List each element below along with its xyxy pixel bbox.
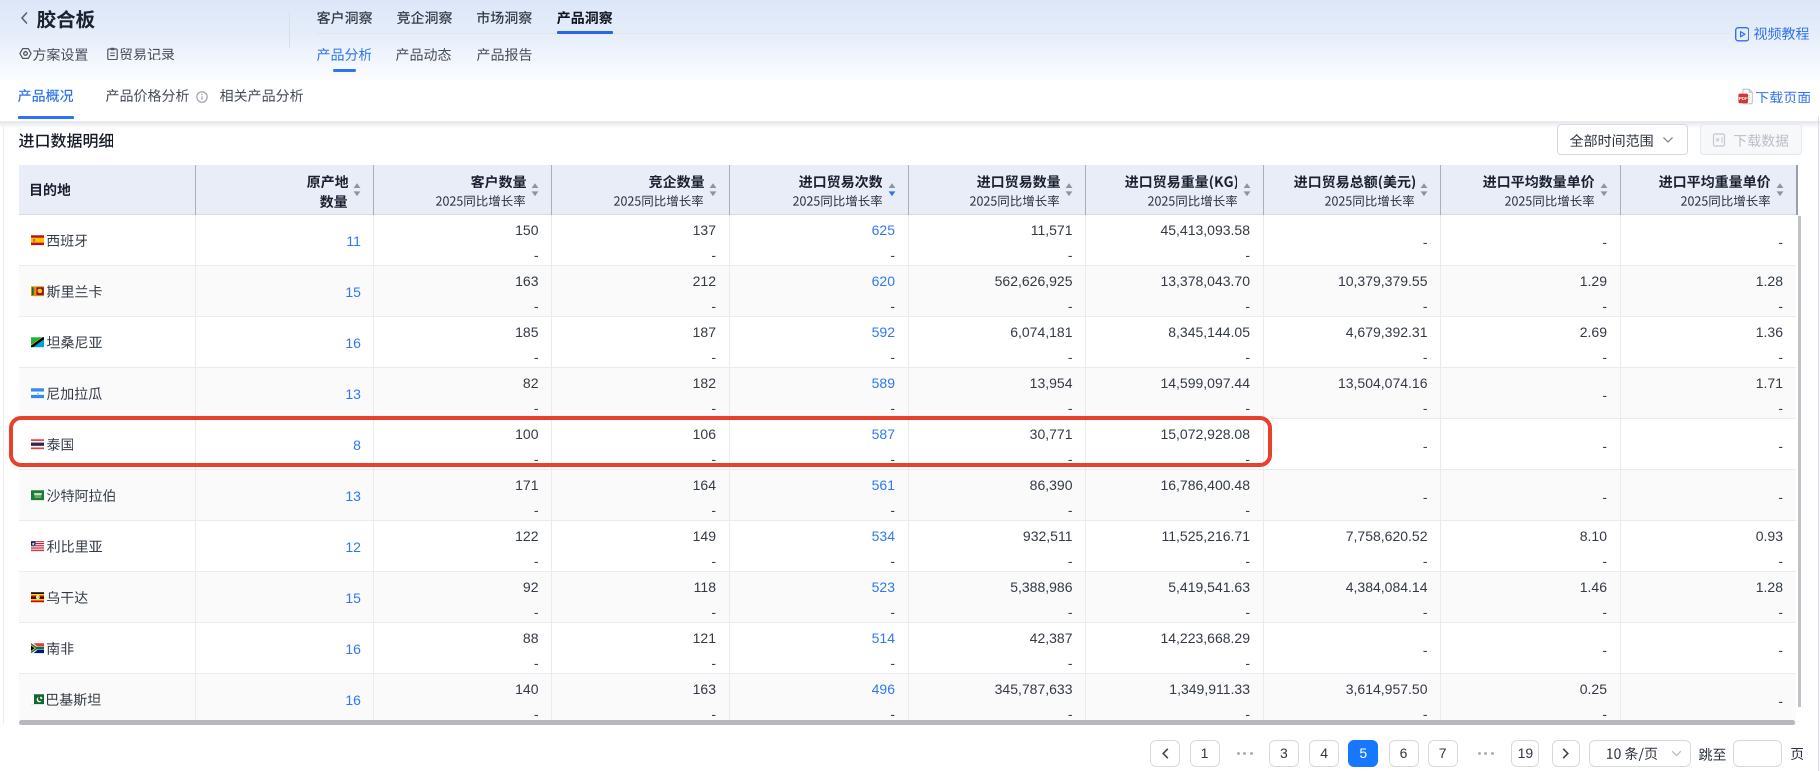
svg-text:PDF: PDF: [1738, 96, 1747, 101]
